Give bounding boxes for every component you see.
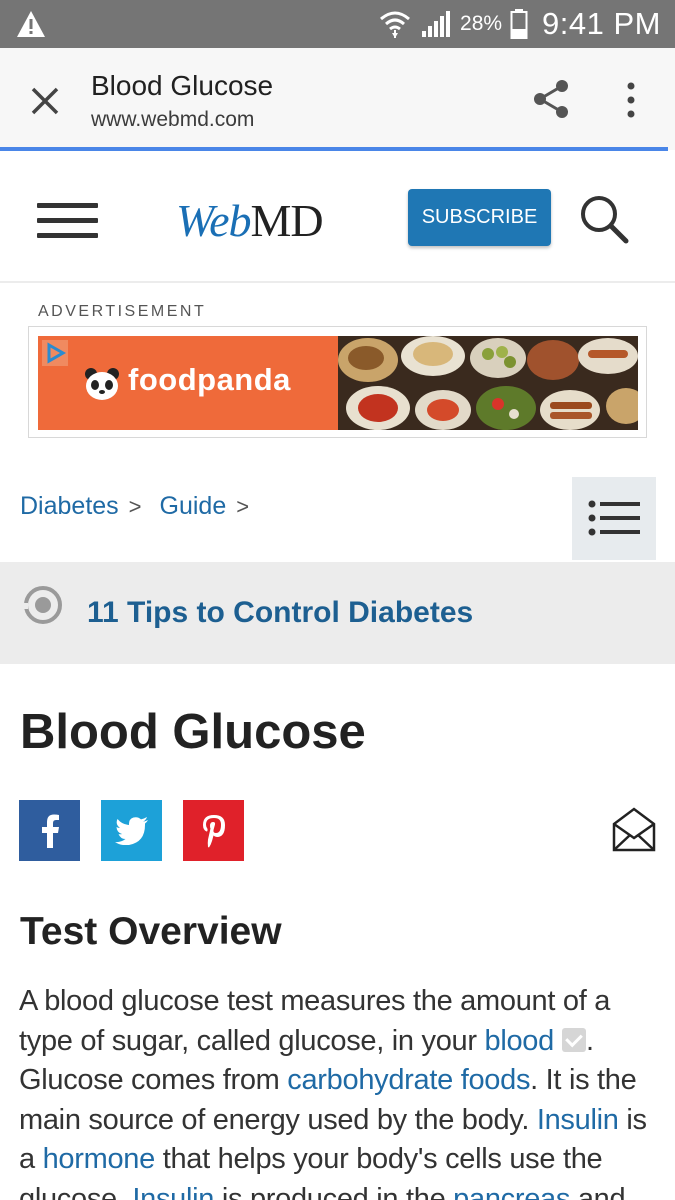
- pinterest-share-button[interactable]: [183, 800, 244, 861]
- tab-title: Blood Glucose: [91, 70, 274, 101]
- clock: 9:41 PM: [542, 6, 661, 41]
- tab-url: www.webmd.com: [91, 108, 255, 131]
- menu-icon[interactable]: [37, 203, 98, 239]
- promo-bar[interactable]: 11 Tips to Control Diabetes: [0, 562, 675, 664]
- facebook-icon: [41, 814, 59, 848]
- breadcrumb-item-diabetes[interactable]: Diabetes: [20, 492, 119, 521]
- verified-check-icon: [561, 1027, 586, 1052]
- search-icon[interactable]: [578, 193, 630, 245]
- warning-icon: [17, 11, 45, 37]
- wifi-icon: [380, 11, 410, 38]
- email-icon[interactable]: [612, 806, 656, 852]
- status-bar: 28% 9:41 PM: [0, 0, 675, 48]
- twitter-icon: [114, 816, 148, 845]
- close-icon[interactable]: [28, 84, 62, 118]
- breadcrumb: Diabetes > Guide >: [20, 492, 267, 521]
- ad-banner[interactable]: foodpanda: [38, 336, 638, 430]
- panda-icon: [85, 368, 119, 400]
- breadcrumb-item-guide[interactable]: Guide: [160, 492, 227, 521]
- carbohydrate-foods-link[interactable]: carbohydrate foods: [287, 1064, 530, 1096]
- ad-brand-text: foodpanda: [128, 362, 291, 397]
- twitter-share-button[interactable]: [101, 800, 162, 861]
- promo-link[interactable]: 11 Tips to Control Diabetes: [87, 596, 473, 630]
- signal-icon: [422, 11, 451, 37]
- ad-container: foodpanda: [28, 326, 647, 438]
- article-paragraph: A blood glucose test measures the amount…: [19, 982, 659, 1200]
- food-image: [338, 336, 638, 430]
- breadcrumb-separator: >: [128, 493, 142, 519]
- battery-icon: [510, 9, 528, 39]
- ad-label: ADVERTISEMENT: [38, 303, 207, 320]
- insulin-link[interactable]: Insulin: [537, 1104, 619, 1136]
- pancreas-link[interactable]: pancreas: [453, 1183, 570, 1200]
- hormone-link[interactable]: hormone: [43, 1143, 156, 1175]
- table-of-contents-button[interactable]: [572, 477, 656, 560]
- subscribe-button[interactable]: SUBSCRIBE: [408, 189, 551, 246]
- facebook-share-button[interactable]: [19, 800, 80, 861]
- custom-tab-toolbar: Blood Glucose www.webmd.com: [0, 48, 675, 150]
- list-icon: [588, 500, 640, 536]
- section-heading: Test Overview: [20, 910, 282, 953]
- blood-link[interactable]: blood: [484, 1025, 554, 1057]
- webmd-logo[interactable]: WebMD: [176, 195, 324, 246]
- status-right: 28% 9:41 PM: [378, 6, 661, 42]
- more-options-icon[interactable]: [620, 81, 642, 119]
- site-header: WebMD SUBSCRIBE: [0, 151, 675, 283]
- share-icon[interactable]: [532, 79, 570, 119]
- pinterest-icon: [202, 814, 225, 847]
- ad-choices-icon[interactable]: [42, 340, 68, 366]
- article-title: Blood Glucose: [20, 705, 366, 759]
- breadcrumb-separator: >: [236, 493, 250, 519]
- insulin-link[interactable]: Insulin: [132, 1183, 214, 1200]
- battery-percent: 28%: [460, 12, 503, 35]
- target-icon: [22, 586, 62, 624]
